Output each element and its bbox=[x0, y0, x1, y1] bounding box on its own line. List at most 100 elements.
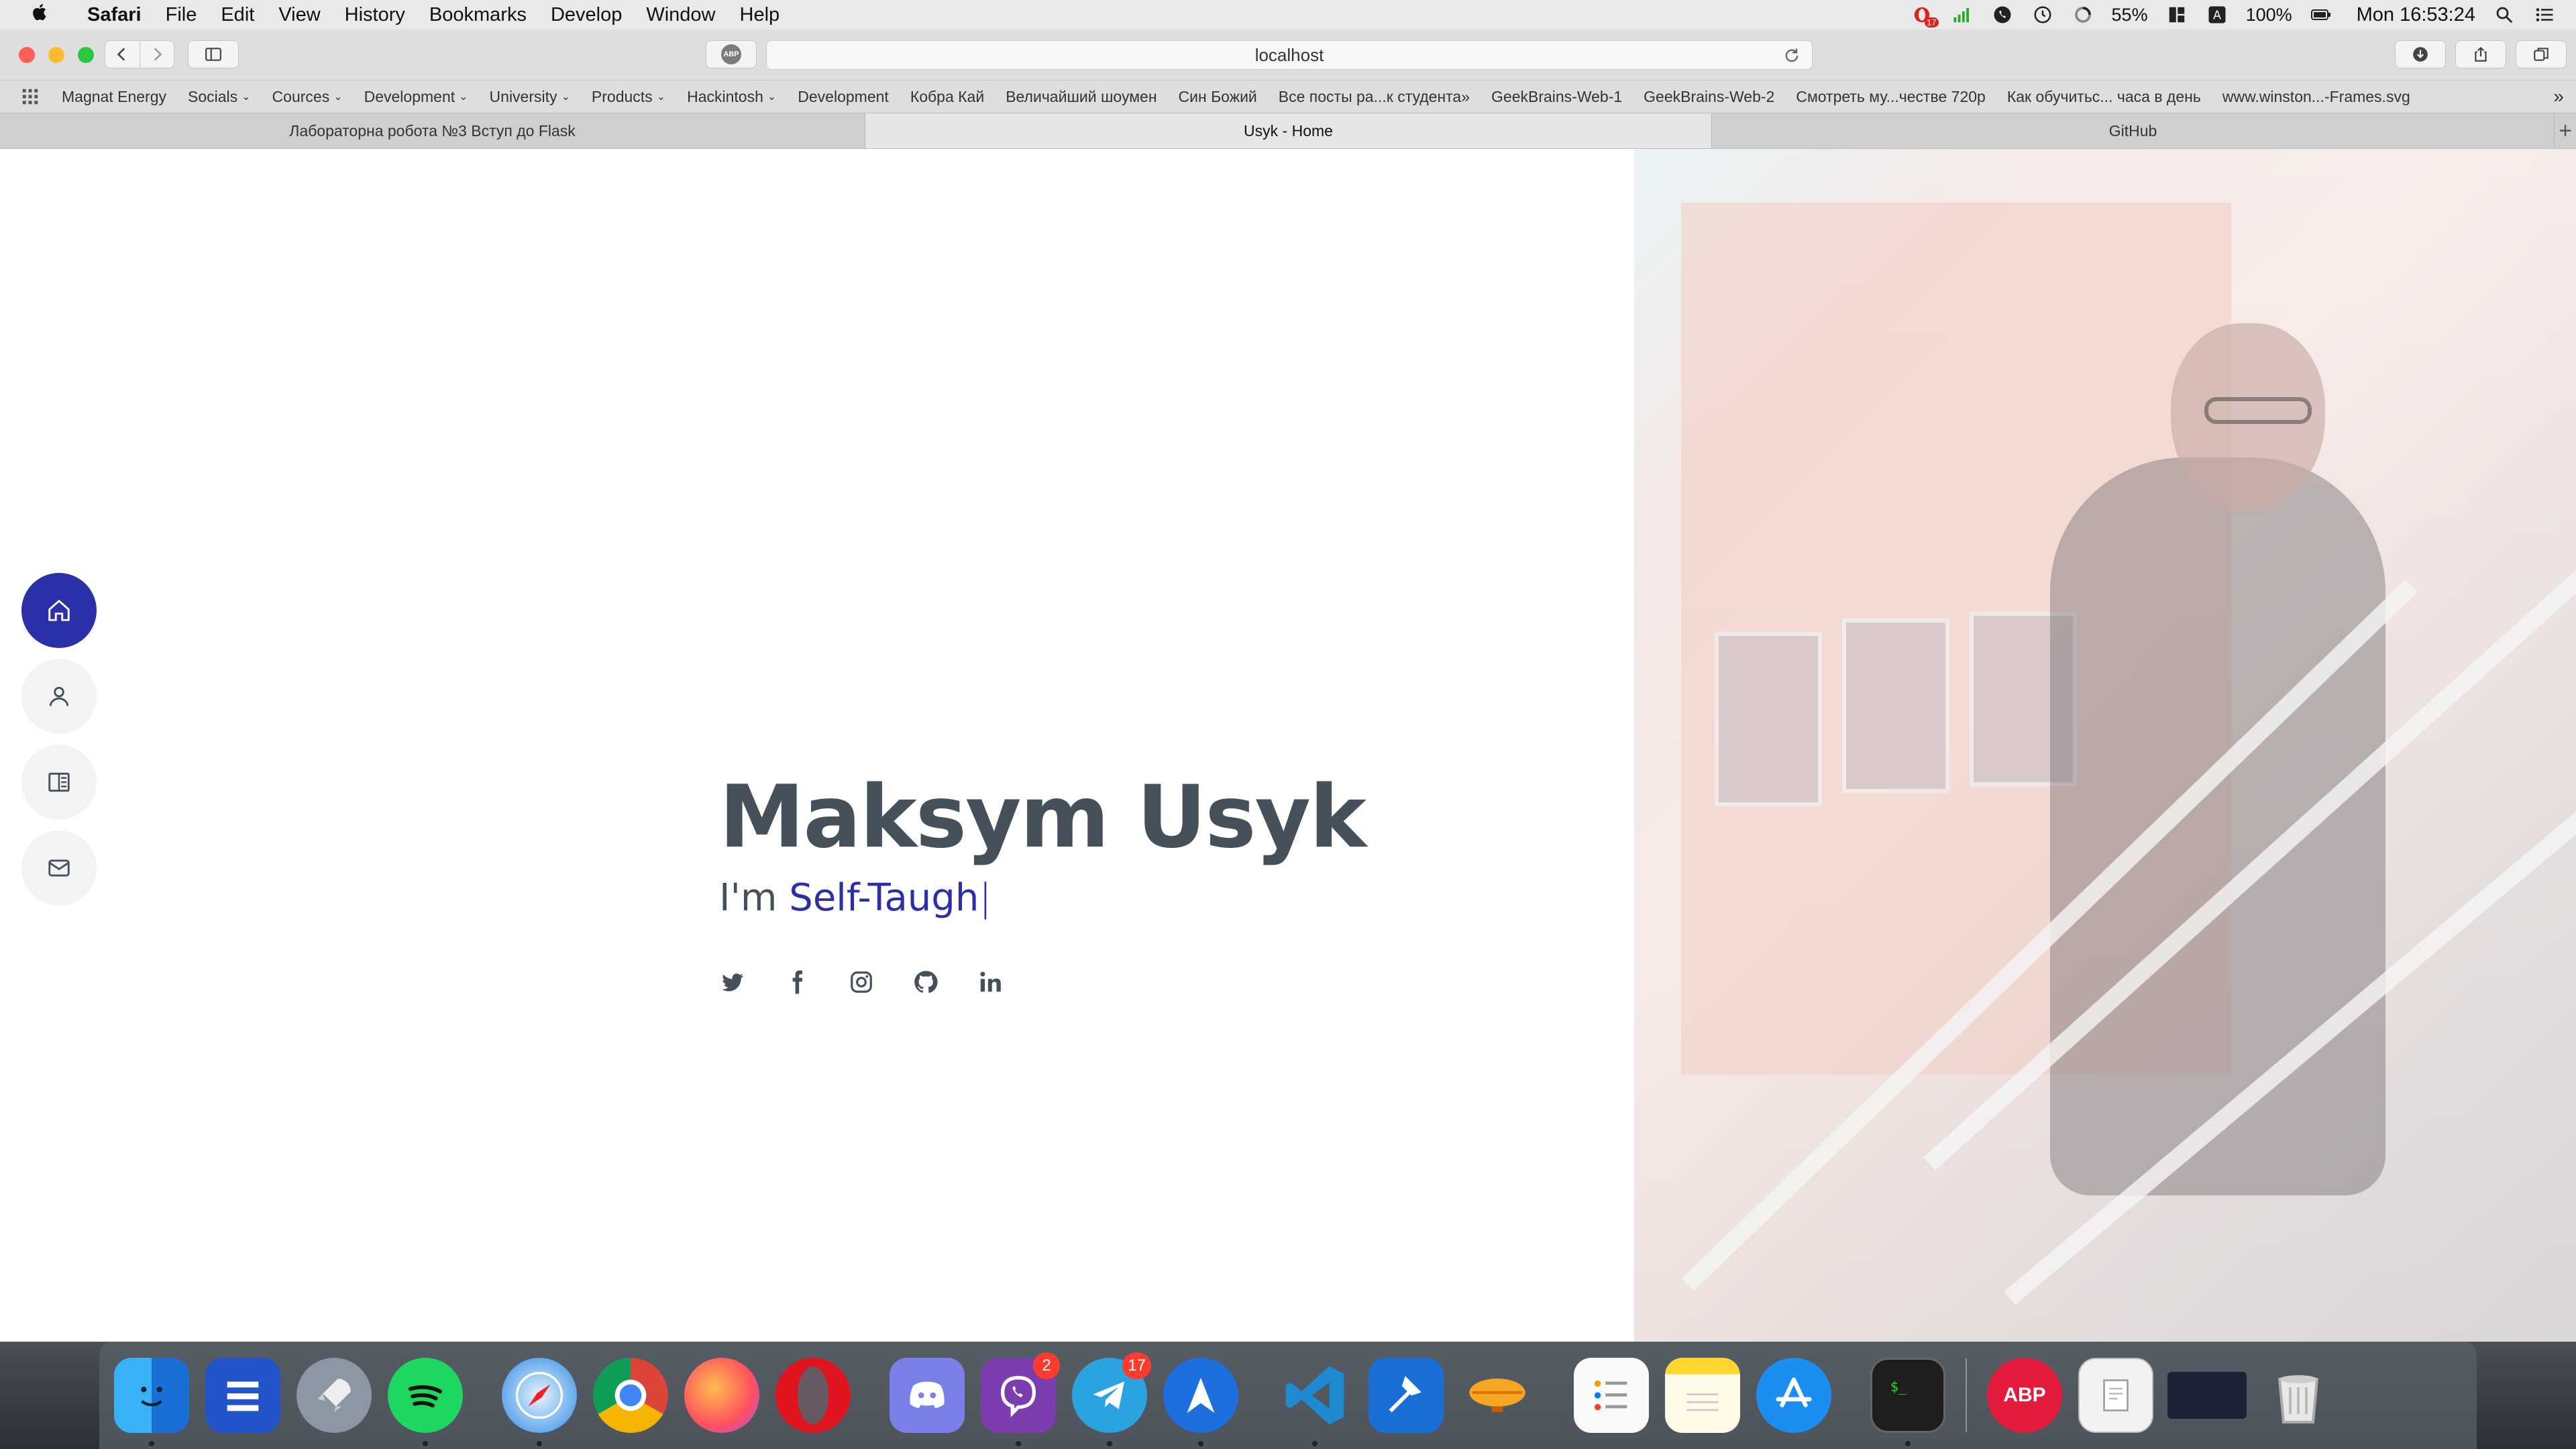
dock-app-store[interactable] bbox=[1754, 1355, 1834, 1436]
dock-launchpad[interactable] bbox=[294, 1355, 374, 1436]
bookmark-item[interactable]: Development bbox=[798, 88, 889, 106]
dock-safari[interactable] bbox=[499, 1355, 580, 1446]
chevron-down-icon: ⌄ bbox=[656, 91, 666, 103]
spotlight-search-icon[interactable] bbox=[2493, 5, 2516, 25]
dock-firefox[interactable] bbox=[682, 1355, 762, 1436]
bookmark-item[interactable]: Все посты ра...к студента» bbox=[1279, 88, 1470, 106]
dock-finder[interactable] bbox=[111, 1355, 192, 1446]
reminders-icon bbox=[1574, 1358, 1649, 1433]
cpu-load-icon[interactable] bbox=[2072, 5, 2094, 25]
menu-help[interactable]: Help bbox=[740, 4, 780, 26]
bookmark-label: Magnat Energy bbox=[62, 87, 166, 105]
tab-overview-button[interactable] bbox=[2516, 40, 2567, 68]
opera-tray-icon[interactable]: 17 bbox=[1911, 5, 1939, 28]
bookmark-folder[interactable]: Hackintosh ⌄ bbox=[687, 88, 776, 106]
adblock-plus-icon: ABP bbox=[1987, 1358, 2062, 1433]
nav-contact-button[interactable] bbox=[21, 830, 97, 906]
twitter-icon bbox=[722, 973, 743, 991]
menu-app-name[interactable]: Safari bbox=[87, 4, 142, 26]
vscode-icon bbox=[1277, 1358, 1352, 1433]
time-machine-icon[interactable] bbox=[2031, 5, 2054, 25]
pdf-document-icon bbox=[2078, 1358, 2153, 1433]
dock-trash[interactable] bbox=[2258, 1355, 2339, 1436]
input-source-icon[interactable]: A bbox=[2206, 5, 2229, 25]
fullscreen-window-button[interactable] bbox=[78, 47, 94, 63]
dock-terminal[interactable]: $_ bbox=[1868, 1355, 1948, 1446]
forward-button[interactable] bbox=[140, 41, 174, 68]
menu-window[interactable]: Window bbox=[646, 4, 715, 26]
dock-blimp-app[interactable] bbox=[1457, 1355, 1538, 1436]
address-bar[interactable]: localhost bbox=[766, 40, 1813, 70]
battery-icon[interactable] bbox=[2310, 5, 2332, 25]
menu-view[interactable]: View bbox=[278, 4, 320, 26]
dock-telegram[interactable]: 17 bbox=[1069, 1352, 1151, 1446]
dock-viber[interactable]: 2 bbox=[978, 1352, 1060, 1446]
dock-chrome[interactable] bbox=[590, 1355, 671, 1436]
github-link[interactable] bbox=[912, 969, 939, 996]
dock-tasks[interactable] bbox=[203, 1355, 283, 1436]
bookmark-item[interactable]: www.winston...-Frames.svg bbox=[2222, 88, 2410, 106]
bookmark-item[interactable]: Смотреть му...честве 720p bbox=[1796, 88, 1986, 106]
bookmark-item[interactable]: Magnat Energy bbox=[62, 88, 166, 106]
menu-file[interactable]: File bbox=[166, 4, 197, 26]
apple-menu-icon[interactable] bbox=[27, 2, 54, 28]
dock-vscode[interactable] bbox=[1275, 1355, 1355, 1446]
bookmark-item[interactable]: GeekBrains-Web-2 bbox=[1644, 88, 1774, 106]
downloads-button[interactable] bbox=[2395, 40, 2446, 68]
bookmark-item[interactable]: Син Божий bbox=[1179, 88, 1257, 106]
menu-edit[interactable]: Edit bbox=[221, 4, 254, 26]
dock-discord[interactable] bbox=[887, 1355, 967, 1436]
nav-about-button[interactable] bbox=[21, 659, 97, 734]
menu-clock[interactable]: Mon 16:53:24 bbox=[2357, 4, 2475, 26]
dock-pdf-document[interactable] bbox=[2076, 1355, 2156, 1436]
nav-resume-button[interactable] bbox=[21, 745, 97, 820]
close-window-button[interactable] bbox=[19, 47, 35, 63]
share-button[interactable] bbox=[2455, 40, 2506, 68]
twitter-link[interactable] bbox=[719, 969, 746, 996]
instagram-link[interactable] bbox=[848, 969, 875, 996]
minimize-window-button[interactable] bbox=[48, 47, 64, 63]
dock-spotify[interactable] bbox=[385, 1355, 466, 1446]
blimp-icon bbox=[1460, 1358, 1535, 1433]
menu-develop[interactable]: Develop bbox=[551, 4, 622, 26]
linkedin-link[interactable] bbox=[977, 969, 1004, 996]
running-indicator bbox=[1905, 1441, 1911, 1446]
nav-home-button[interactable] bbox=[21, 573, 97, 648]
tab-flask-lab[interactable]: Лабораторна робота №3 Вступ до Flask bbox=[0, 113, 865, 148]
new-tab-button[interactable]: + bbox=[2555, 113, 2576, 148]
viber-tray-icon[interactable] bbox=[1991, 5, 2014, 25]
menu-history[interactable]: History bbox=[345, 4, 405, 26]
tab-usyk-home[interactable]: Usyk - Home bbox=[865, 113, 1712, 148]
menu-bookmarks[interactable]: Bookmarks bbox=[429, 4, 527, 26]
dock-adblock-plus[interactable]: ABP bbox=[1984, 1355, 2065, 1436]
bookmark-folder[interactable]: Development ⌄ bbox=[364, 88, 468, 106]
reload-icon[interactable] bbox=[1782, 46, 1801, 65]
bookmark-folder[interactable]: University ⌄ bbox=[490, 88, 570, 106]
layout-icon[interactable] bbox=[2165, 5, 2188, 25]
bookmark-folder[interactable]: Products ⌄ bbox=[592, 88, 665, 106]
adblock-extension-button[interactable]: ABP bbox=[706, 40, 757, 68]
dock-opera[interactable] bbox=[773, 1355, 853, 1436]
tab-github[interactable]: GitHub bbox=[1712, 113, 2555, 148]
bookmark-item[interactable]: Кобра Кай bbox=[910, 88, 984, 106]
bookmark-folder[interactable]: Socials ⌄ bbox=[188, 88, 251, 106]
dock-reminders[interactable] bbox=[1571, 1355, 1652, 1436]
notification-center-icon[interactable] bbox=[2533, 5, 2556, 25]
bookmarks-overflow-icon[interactable]: » bbox=[2553, 86, 2564, 107]
bookmark-item[interactable]: Величайший шоумен bbox=[1006, 88, 1157, 106]
facebook-link[interactable] bbox=[784, 969, 810, 996]
bookmark-item[interactable]: Как обучитьс... часа в день bbox=[2007, 88, 2201, 106]
dock-window-preview[interactable] bbox=[2167, 1355, 2247, 1436]
bookmark-item[interactable]: GeekBrains-Web-1 bbox=[1491, 88, 1622, 106]
dock-spark-mail[interactable] bbox=[1161, 1355, 1241, 1446]
show-all-bookmarks-icon[interactable] bbox=[20, 87, 40, 107]
download-icon bbox=[2413, 47, 2428, 62]
dock-xcode[interactable] bbox=[1366, 1355, 1446, 1436]
hero-name-heading: Maksym Usyk bbox=[719, 767, 1366, 867]
photo-person-body bbox=[2050, 458, 2385, 1195]
sidebar-toggle-button[interactable] bbox=[188, 40, 239, 68]
bookmark-folder[interactable]: Cources ⌄ bbox=[272, 88, 343, 106]
signal-bars-icon[interactable] bbox=[1951, 5, 1974, 25]
dock-notes[interactable] bbox=[1662, 1355, 1743, 1436]
back-button[interactable] bbox=[105, 41, 140, 68]
